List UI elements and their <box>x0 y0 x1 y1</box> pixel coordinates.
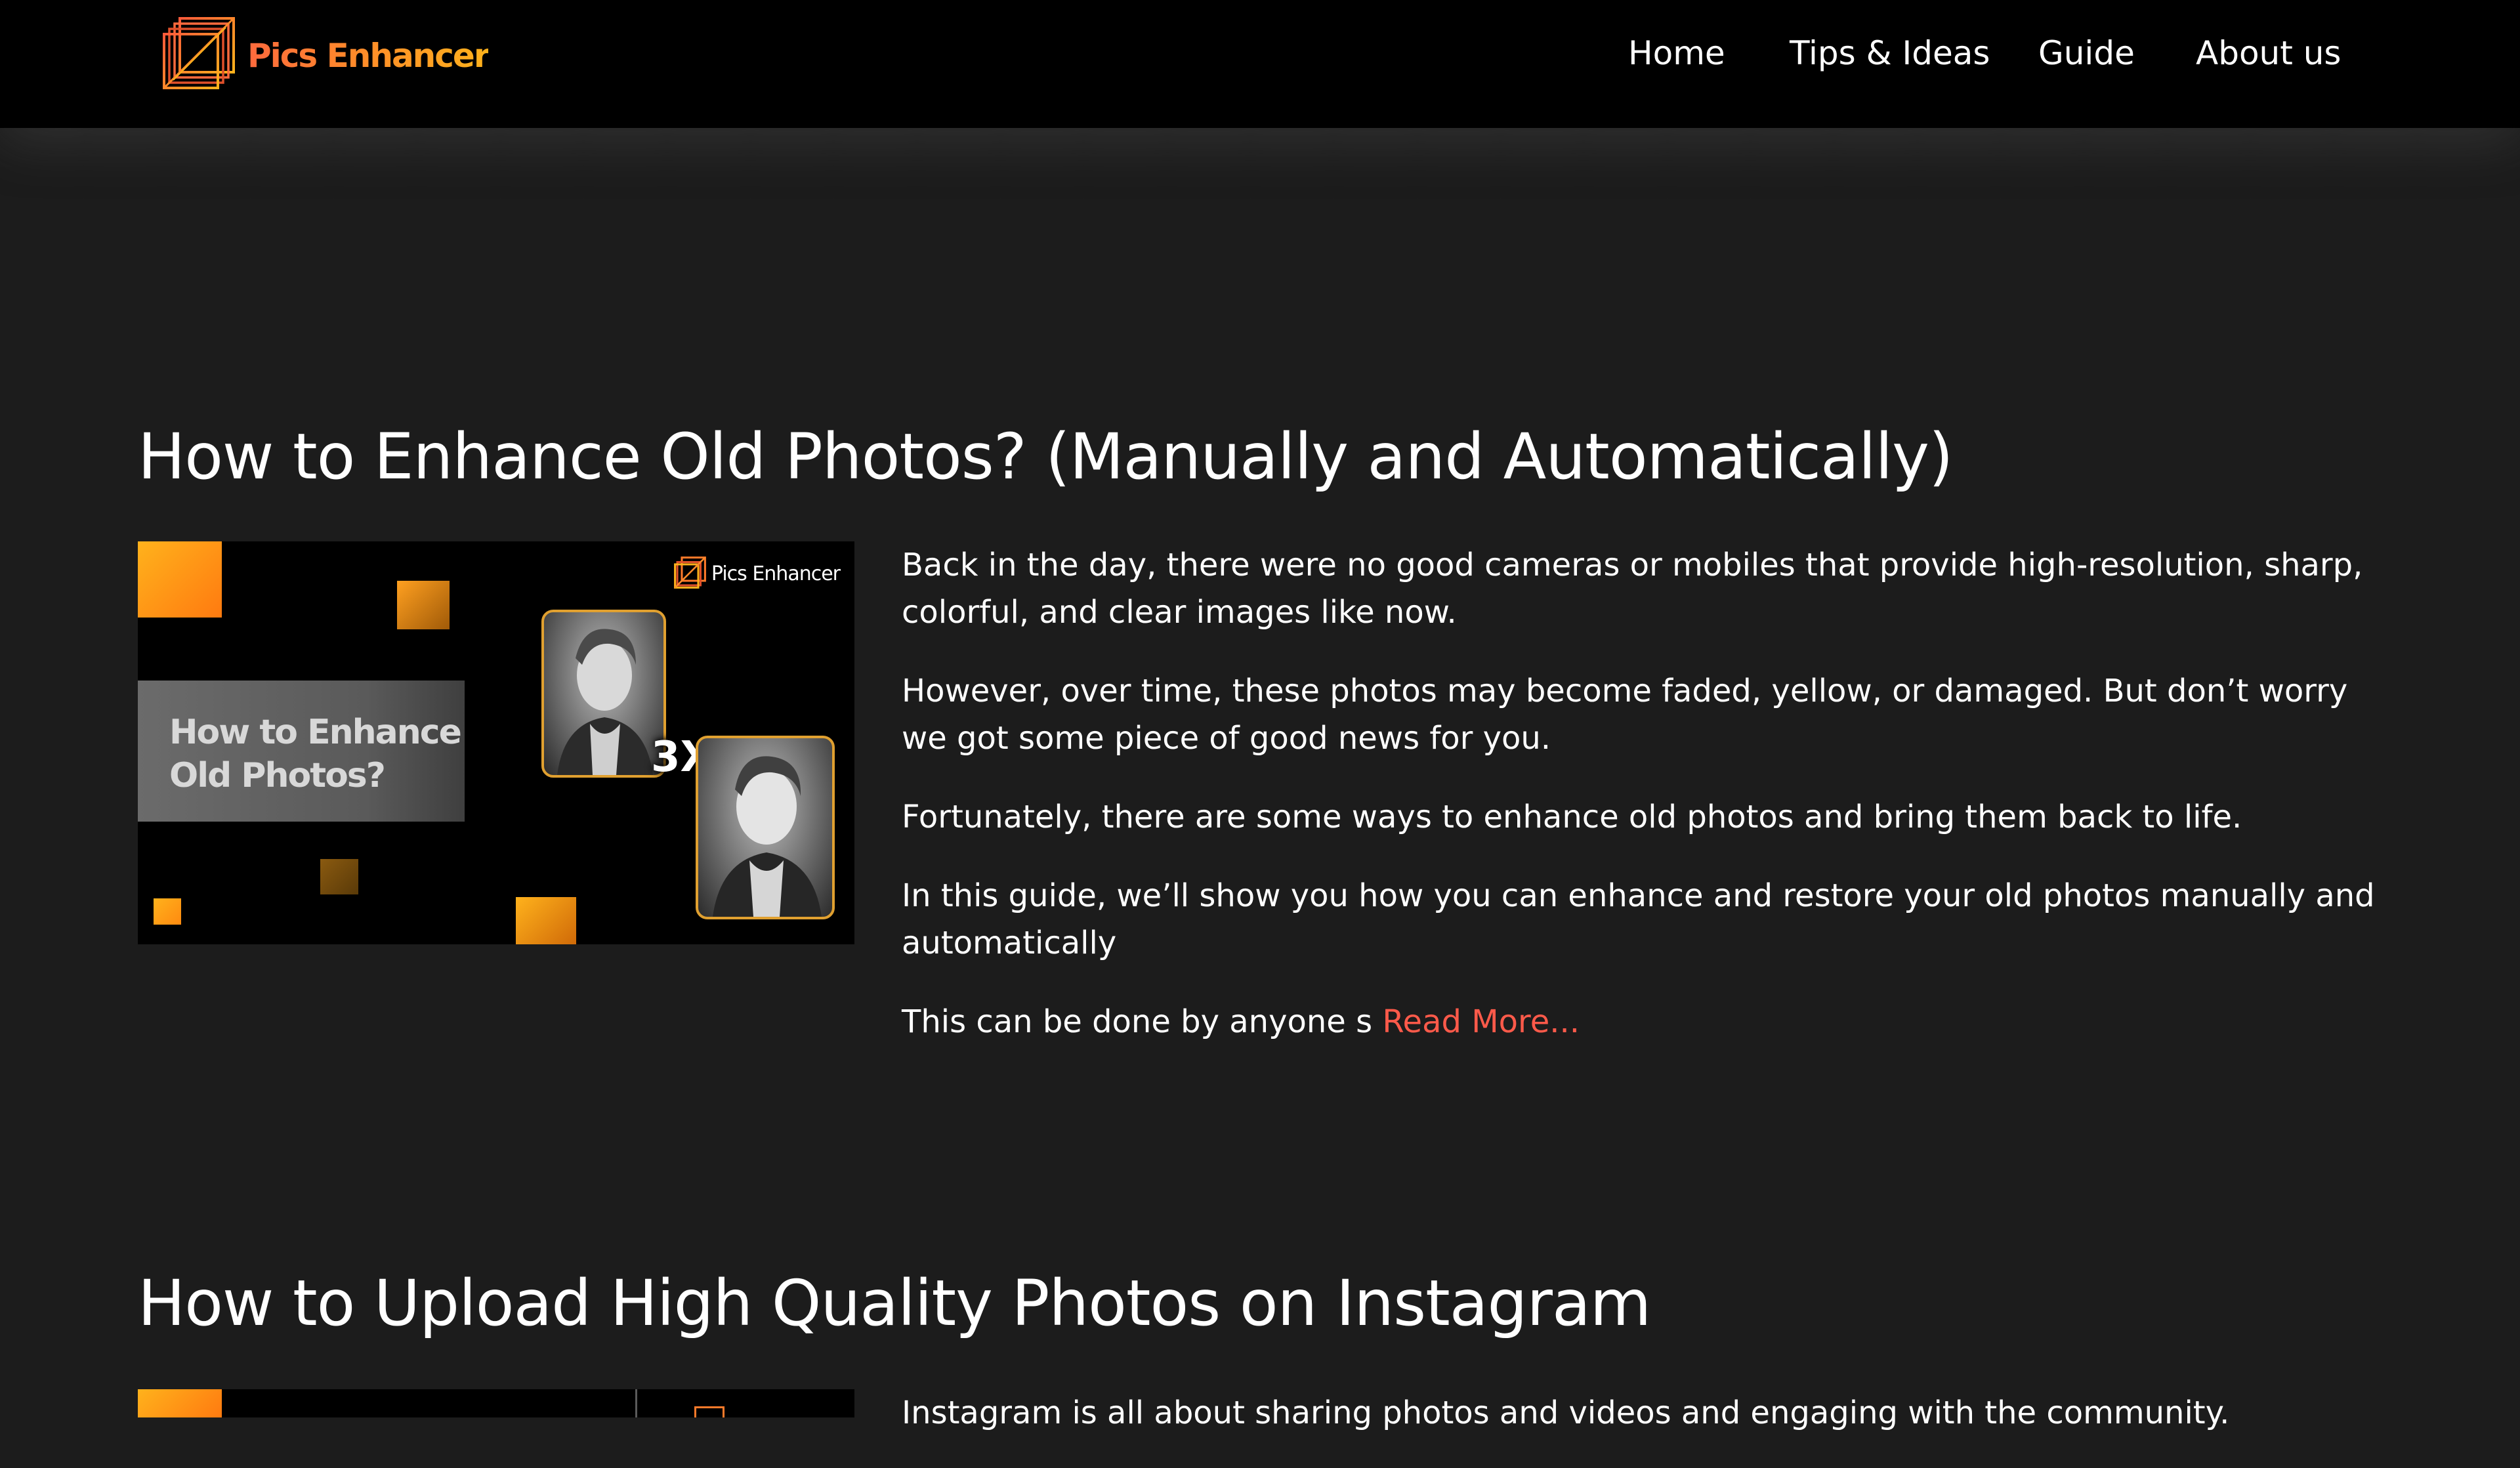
decor-square <box>397 581 450 629</box>
site-header: Pics Enhancer Home Tips & Ideas Guide Ab… <box>0 0 2520 128</box>
excerpt-paragraph: Instagram is all about sharing photos an… <box>902 1395 2230 1431</box>
post-excerpt: Instagram is all about sharing photos an… <box>902 1389 2378 1468</box>
post-excerpt: Back in the day, there were no good came… <box>902 541 2378 1077</box>
logo-icon <box>673 556 706 589</box>
nav-about-us[interactable]: About us <box>2196 34 2341 72</box>
site-logo[interactable]: Pics Enhancer <box>160 14 490 96</box>
excerpt-paragraph: However, over time, these photos may bec… <box>902 673 2348 757</box>
post-thumbnail[interactable] <box>138 1389 854 1417</box>
decor-square <box>138 1389 222 1417</box>
nav-tips-ideas[interactable]: Tips & Ideas <box>1790 34 1990 72</box>
thumbnail-brand: Pics Enhancer <box>673 556 841 591</box>
post-title[interactable]: How to Enhance Old Photos? (Manually and… <box>138 420 1953 493</box>
excerpt-paragraph: In this guide, we’ll show you how you ca… <box>902 877 2375 961</box>
post-thumbnail[interactable]: How to Enhance Old Photos? Pics Enhancer… <box>138 541 854 944</box>
excerpt-paragraph: Fortunately, there are some ways to enha… <box>902 799 2242 835</box>
post-title[interactable]: How to Upload High Quality Photos on Ins… <box>138 1267 1651 1340</box>
old-photo-before <box>541 610 666 778</box>
logo-icon <box>694 1406 724 1417</box>
read-more-link[interactable]: Read More... <box>1382 1003 1580 1040</box>
excerpt-paragraph: Back in the day, there were no good came… <box>902 547 2363 631</box>
thumbnail-banner-text: How to Enhance Old Photos? <box>169 713 462 795</box>
decor-square <box>516 897 576 944</box>
excerpt-teaser: This can be done by anyone s Read More..… <box>902 998 2378 1045</box>
logo-icon <box>163 17 235 89</box>
old-photo-after <box>696 736 835 919</box>
nav-guide[interactable]: Guide <box>2038 34 2135 72</box>
thumbnail-banner: How to Enhance Old Photos? <box>138 681 465 822</box>
thumbnail-divider <box>635 1389 637 1417</box>
logo-text: Pics Enhancer <box>247 36 490 75</box>
decor-square <box>154 898 181 925</box>
decor-square <box>138 541 222 618</box>
nav-home[interactable]: Home <box>1628 34 1725 72</box>
thumbnail-brand-text: Pics Enhancer <box>711 562 841 585</box>
teaser-text: This can be done by anyone s <box>902 1003 1383 1040</box>
decor-square <box>320 859 358 894</box>
